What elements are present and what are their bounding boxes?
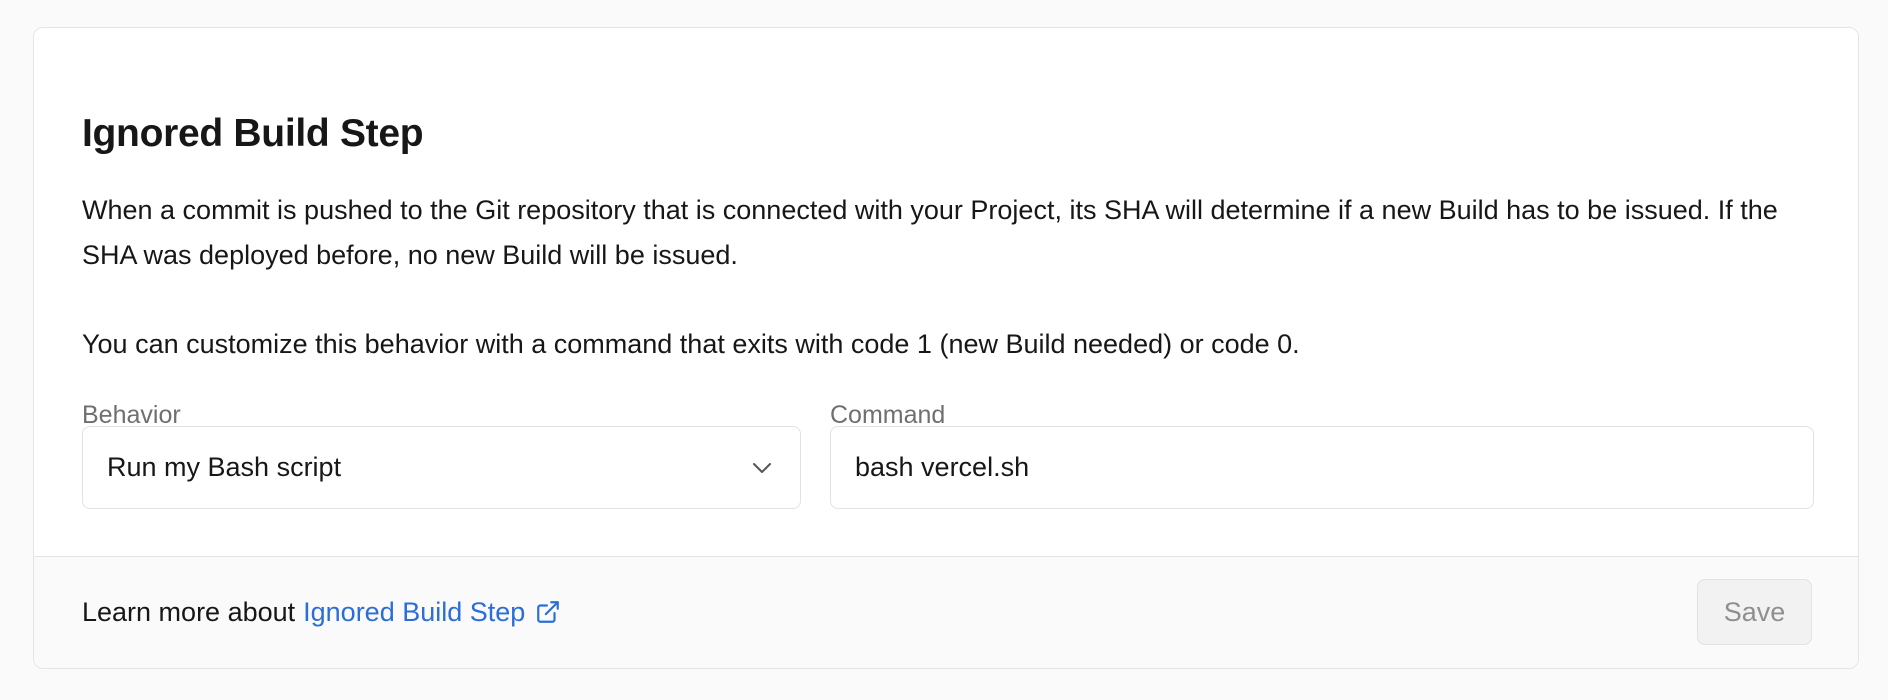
behavior-select[interactable]: Run my Bash script: [82, 426, 801, 509]
behavior-select-value: Run my Bash script: [107, 452, 342, 482]
learn-more-prefix: Learn more about: [82, 597, 296, 627]
section-description-customize: You can customize this behavior with a c…: [82, 329, 1300, 359]
external-link-icon: [535, 599, 561, 625]
settings-card: Ignored Build Step When a commit is push…: [33, 27, 1859, 669]
learn-more-text: Learn more about Ignored Build Step: [82, 592, 561, 632]
chevron-down-icon: [748, 454, 776, 482]
card-body: Ignored Build Step When a commit is push…: [34, 28, 1858, 556]
section-title: Ignored Build Step: [82, 112, 424, 155]
card-footer: Learn more about Ignored Build Step Save: [34, 556, 1858, 668]
learn-more-link-label: Ignored Build Step: [303, 597, 526, 627]
save-button[interactable]: Save: [1697, 579, 1812, 645]
command-input[interactable]: [830, 426, 1814, 509]
section-description: When a commit is pushed to the Git repos…: [82, 195, 1778, 270]
learn-more-link[interactable]: Ignored Build Step: [303, 592, 561, 632]
